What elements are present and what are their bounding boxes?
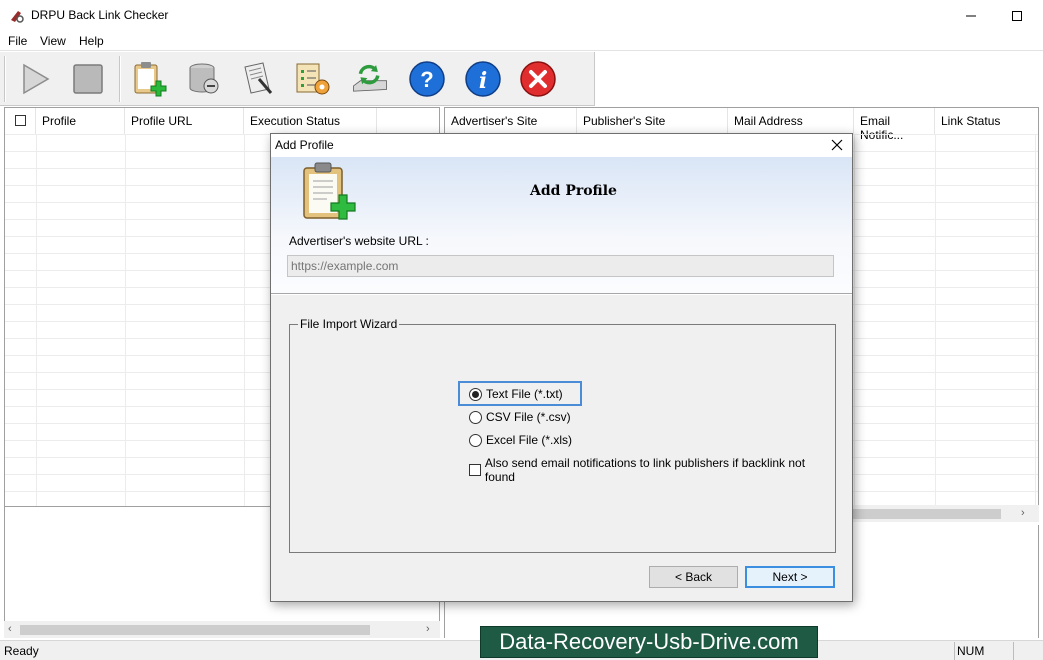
column-header-advertisers-site[interactable]: Advertiser's Site: [445, 108, 577, 134]
scroll-thumb[interactable]: [20, 625, 370, 635]
start-button[interactable]: [15, 59, 55, 99]
group-title: File Import Wizard: [298, 317, 400, 331]
about-button[interactable]: i: [463, 59, 503, 99]
column-divider: [1035, 134, 1036, 506]
dialog-separator: [271, 293, 852, 295]
column-header-profile-url[interactable]: Profile URL: [125, 108, 244, 134]
refresh-drive-icon: [353, 64, 387, 92]
num-lock-indicator: NUM: [954, 642, 1014, 660]
column-header-publishers-site[interactable]: Publisher's Site: [577, 108, 728, 134]
add-profile-dialog: Add Profile Add Profile Advertiser's web…: [270, 133, 853, 602]
radio-button[interactable]: [469, 433, 482, 447]
back-button[interactable]: < Back: [649, 566, 738, 588]
dialog-title: Add Profile: [275, 138, 334, 152]
status-text: Ready: [4, 644, 39, 658]
radio-label: Excel File (*.xls): [486, 433, 573, 447]
minimize-icon: [966, 15, 976, 16]
report-button[interactable]: [239, 59, 279, 99]
exit-button[interactable]: [518, 59, 558, 99]
left-horizontal-scrollbar[interactable]: ‹ ›: [4, 621, 440, 638]
toolbar: ? i: [0, 52, 1043, 106]
column-header-execution-status[interactable]: Execution Status: [244, 108, 377, 134]
radio-label: CSV File (*.csv): [486, 410, 571, 424]
scroll-right-arrow-icon[interactable]: ›: [1021, 507, 1025, 519]
select-all-header: [5, 108, 36, 134]
settings-checklist-icon: [296, 63, 330, 95]
svg-text:?: ?: [420, 67, 433, 92]
menu-view[interactable]: View: [40, 34, 66, 48]
column-divider: [935, 134, 936, 506]
toolbar-grip: [4, 56, 6, 102]
column-divider: [36, 134, 37, 506]
radio-selected-dot: [472, 390, 479, 398]
column-header-email-notification[interactable]: Email Notific...: [854, 108, 935, 142]
scroll-right-arrow-icon[interactable]: ›: [426, 623, 430, 635]
title-bar: DRPU Back Link Checker: [0, 0, 1043, 31]
next-button[interactable]: Next >: [745, 566, 835, 588]
close-icon: [831, 139, 843, 151]
file-import-wizard-group: File Import Wizard Text File (*.txt) CSV…: [289, 317, 836, 553]
column-header-mail-address[interactable]: Mail Address: [728, 108, 854, 134]
maximize-button[interactable]: [994, 0, 1040, 31]
help-button[interactable]: ?: [407, 59, 447, 99]
minimize-button[interactable]: [948, 0, 994, 31]
refresh-button[interactable]: [350, 59, 390, 99]
report-icon: [244, 62, 273, 94]
website-url-input[interactable]: [287, 255, 834, 277]
stop-icon: [73, 64, 103, 94]
dialog-title-bar: Add Profile: [271, 134, 852, 157]
play-icon: [23, 63, 50, 95]
radio-excel-file[interactable]: Excel File (*.xls): [469, 433, 572, 447]
help-icon: ?: [409, 61, 445, 97]
scroll-thumb[interactable]: [853, 509, 1001, 519]
scroll-left-arrow-icon[interactable]: ‹: [8, 623, 12, 635]
svg-text:i: i: [479, 68, 487, 94]
radio-label: Text File (*.txt): [486, 387, 563, 401]
dialog-header: Add Profile Advertiser's website URL :: [271, 157, 852, 293]
radio-button[interactable]: [469, 410, 482, 424]
toolbar-separator: [119, 56, 121, 102]
column-header-profile[interactable]: Profile: [36, 108, 125, 134]
column-header-link-status[interactable]: Link Status: [935, 108, 1038, 134]
watermark-banner: Data-Recovery-Usb-Drive.com: [480, 626, 818, 658]
radio-button[interactable]: [469, 387, 482, 401]
database-icon: [189, 63, 219, 94]
url-label: Advertiser's website URL :: [289, 234, 429, 248]
column-divider: [244, 134, 245, 506]
add-profile-icon: [134, 62, 167, 97]
menu-bar: File View Help: [0, 31, 1043, 51]
stop-button[interactable]: [68, 59, 108, 99]
column-divider: [854, 134, 855, 506]
dialog-heading: Add Profile: [530, 183, 617, 199]
checkbox-label: Also send email notifications to link pu…: [484, 456, 806, 484]
radio-text-file[interactable]: Text File (*.txt): [469, 387, 563, 401]
dialog-close-button[interactable]: [828, 136, 846, 154]
exit-icon: [520, 61, 556, 97]
database-button[interactable]: [184, 59, 224, 99]
info-icon: i: [465, 61, 501, 97]
add-profile-icon: [303, 162, 356, 220]
column-divider: [125, 134, 126, 506]
menu-help[interactable]: Help: [79, 34, 104, 48]
radio-csv-file[interactable]: CSV File (*.csv): [469, 410, 571, 424]
select-all-checkbox[interactable]: [15, 115, 26, 126]
window-title: DRPU Back Link Checker: [31, 8, 169, 22]
app-icon: [11, 11, 24, 23]
maximize-icon: [1012, 10, 1022, 21]
add-profile-button[interactable]: [130, 59, 170, 99]
email-notification-option[interactable]: Also send email notifications to link pu…: [469, 456, 835, 484]
menu-file[interactable]: File: [8, 34, 27, 48]
email-notification-checkbox[interactable]: [469, 464, 481, 476]
settings-button[interactable]: [293, 59, 333, 99]
toolbar-empty-area: [594, 52, 1043, 106]
